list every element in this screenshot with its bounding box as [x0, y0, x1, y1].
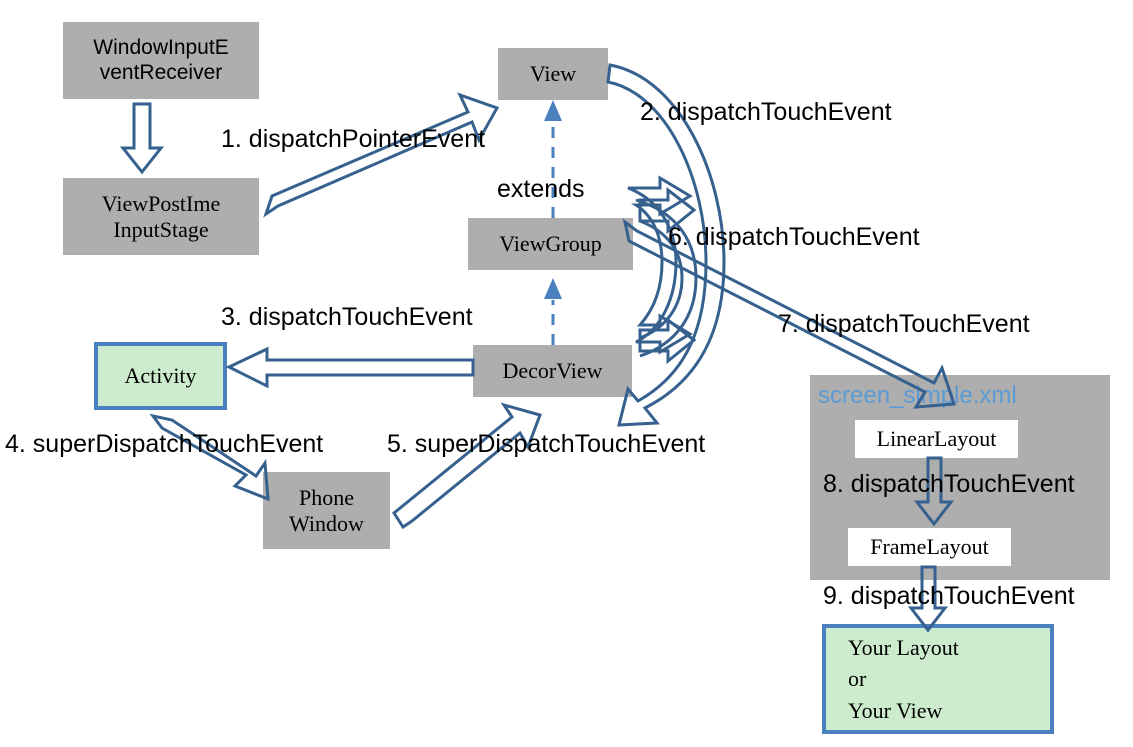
edge-label-step1: 1. dispatchPointerEvent	[221, 125, 486, 153]
edge-label-step8: 8. dispatchTouchEvent	[823, 470, 1075, 498]
arrow-step6-dispatch-touch-event	[627, 175, 693, 355]
edge-label-step4: 4. superDispatchTouchEvent	[5, 430, 324, 458]
node-view: View	[498, 48, 608, 100]
extends-arrowhead-viewgroup	[544, 278, 562, 299]
edge-label-step2: 2. dispatchTouchEvent	[640, 98, 892, 126]
arrow-step1-dispatch-pointer-event	[263, 92, 500, 218]
arrow-step3-dispatch-touch-event	[225, 346, 475, 389]
arrow-receiver-to-inputstage	[119, 102, 165, 175]
edge-label-extends: extends	[497, 175, 585, 203]
node-decor-view: DecorView	[473, 345, 632, 397]
node-view-group: ViewGroup	[468, 218, 633, 270]
edge-label-step3: 3. dispatchTouchEvent	[221, 303, 473, 331]
node-phone-window: Phone Window	[263, 472, 390, 549]
node-frame-layout: FrameLayout	[848, 528, 1011, 566]
arrow-step6-lower-head	[638, 316, 697, 365]
node-window-input-event-receiver: WindowInputE ventReceiver	[63, 22, 259, 99]
screen-simple-xml-label: screen_simple.xml	[818, 382, 1017, 409]
node-your-layout-or-view: Your Layout or Your View	[822, 624, 1054, 734]
edge-label-step9: 9. dispatchTouchEvent	[823, 582, 1075, 610]
node-view-post-ime-input-stage: ViewPostIme InputStage	[63, 178, 259, 255]
diagram-canvas: screen_simple.xml WindowInputE ventRecei…	[0, 0, 1133, 747]
edge-label-step5: 5. superDispatchTouchEvent	[387, 430, 706, 458]
node-linear-layout: LinearLayout	[855, 420, 1018, 458]
node-activity: Activity	[94, 342, 227, 410]
edge-label-step6: 6. dispatchTouchEvent	[668, 223, 920, 251]
arrow-step5-super-dispatch-touch-event	[392, 402, 542, 530]
extends-arrowhead-view	[544, 100, 562, 121]
edge-label-step7: 7. dispatchTouchEvent	[778, 310, 1030, 338]
